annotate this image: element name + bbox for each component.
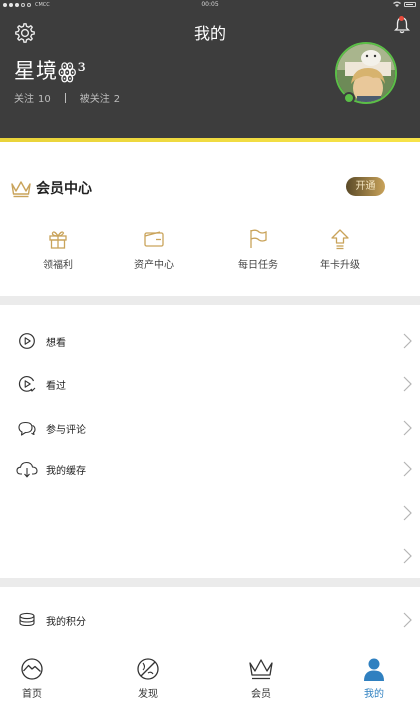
list-item-label: 看过 (46, 381, 66, 392)
bottom-tab-bar: 首页 发现 会员 我的 (0, 651, 420, 706)
perk-welfare[interactable]: 领福利 (18, 228, 98, 271)
tab-discover[interactable]: 发现 (113, 657, 183, 700)
followers-label: 被关注 (79, 94, 110, 105)
gift-icon (49, 231, 67, 249)
following-label: 关注 (14, 94, 34, 105)
following-link[interactable]: 关注 10 (14, 90, 51, 105)
tab-membership[interactable]: 会员 (226, 657, 296, 700)
perk-assets[interactable]: 资产中心 (114, 228, 194, 271)
chevron-right-icon (403, 548, 412, 564)
crown-icon (11, 181, 31, 198)
battery-icon (404, 1, 416, 7)
cloud-download-icon (16, 461, 38, 478)
tab-label: 首页 (22, 689, 42, 700)
vip-badge (343, 92, 355, 104)
list-item-label: 我的缓存 (46, 466, 86, 477)
follow-stats: 关注 10 被关注 2 (14, 90, 120, 105)
list-item-my-cache[interactable]: 我的缓存 (0, 449, 420, 489)
chevron-right-icon (403, 376, 412, 392)
followers-link[interactable]: 被关注 2 (80, 90, 120, 105)
wallet-icon (144, 231, 164, 247)
person-icon (364, 658, 384, 681)
chevron-right-icon (403, 420, 412, 436)
followers-count: 2 (113, 94, 121, 105)
perk-daily-tasks[interactable]: 每日任务 (218, 228, 298, 271)
list-item-empty[interactable] (0, 493, 420, 533)
list-item-label: 想看 (46, 338, 66, 349)
perk-label: 年卡升级 (320, 260, 360, 271)
play-check-icon (18, 375, 36, 392)
list-item-comments[interactable]: 参与评论 (0, 408, 420, 448)
page-title: 我的 (193, 24, 226, 43)
coins-icon (19, 612, 35, 627)
play-circle-icon (19, 333, 35, 349)
list-item-empty[interactable] (0, 536, 420, 576)
tab-label: 发现 (138, 689, 158, 700)
chevron-right-icon (403, 612, 412, 628)
tab-mine[interactable]: 我的 (339, 657, 409, 700)
username[interactable]: 星境ꙮ³ (14, 55, 87, 85)
wifi-icon (393, 1, 401, 7)
list-item-watched[interactable]: 看过 (0, 364, 420, 404)
chevron-right-icon (403, 505, 412, 521)
perk-label: 资产中心 (134, 260, 174, 271)
chevron-right-icon (403, 461, 412, 477)
chat-bubbles-icon (18, 421, 36, 436)
tab-label: 我的 (364, 689, 384, 700)
crown-icon (249, 659, 273, 680)
flag-icon (250, 229, 267, 248)
member-perks: 领福利 资产中心 每日任务 年卡升级 (0, 228, 420, 278)
member-center-header: 会员中心 开通 (0, 172, 420, 202)
accent-bar (0, 138, 420, 142)
list-item-want-to-watch[interactable]: 想看 (0, 321, 420, 361)
tab-label: 会员 (251, 689, 271, 700)
following-count: 10 (38, 94, 51, 105)
perk-label: 每日任务 (238, 260, 278, 271)
member-center-title: 会员中心 (36, 181, 92, 197)
perk-label: 领福利 (43, 260, 73, 271)
profile-header: CMCC 00:05 我的 星境ꙮ³ 关注 10 被关注 2 (0, 0, 420, 140)
follow-divider (64, 92, 66, 103)
perk-annual-upgrade[interactable]: 年卡升级 (300, 228, 380, 271)
upgrade-arrow-icon (331, 229, 349, 250)
section-divider (0, 578, 420, 587)
planet-icon (137, 658, 159, 680)
list-item-my-points[interactable]: 我的积分 (0, 600, 420, 640)
list-item-label: 参与评论 (46, 425, 86, 436)
tab-home[interactable]: 首页 (0, 657, 67, 700)
home-wave-icon (21, 658, 43, 680)
notification-badge (399, 16, 404, 21)
status-bar: CMCC 00:05 (0, 0, 420, 10)
chevron-right-icon (403, 333, 412, 349)
status-time: 00:05 (201, 1, 219, 8)
section-divider (0, 296, 420, 305)
list-item-label: 我的积分 (46, 617, 86, 628)
open-membership-button[interactable]: 开通 (346, 177, 385, 196)
